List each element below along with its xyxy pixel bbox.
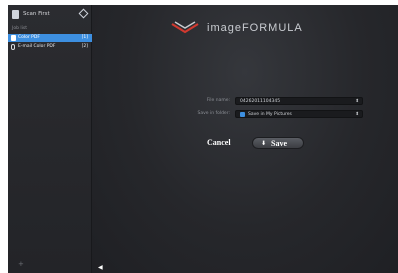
job-item-label: E-mail Color PDF bbox=[18, 44, 56, 49]
save-in-folder-label: Save in folder: bbox=[197, 111, 230, 116]
download-arrow-icon: ⬇ bbox=[261, 140, 267, 147]
main-panel: imageFORMULA File name: 04262011104345 ⬍… bbox=[92, 5, 398, 273]
logo: imageFORMULA bbox=[171, 19, 331, 39]
job-list-title: Job list bbox=[12, 26, 27, 31]
folder-icon bbox=[240, 112, 245, 117]
job-item-count: [2] bbox=[81, 44, 88, 49]
back-arrow-icon[interactable]: ◀ bbox=[98, 264, 103, 271]
save-button[interactable]: ⬇ Save bbox=[252, 137, 304, 149]
sidebar: Scan First Job list Color PDF [1] E-mail… bbox=[8, 5, 92, 273]
plus-icon[interactable]: + bbox=[18, 260, 24, 268]
pdf-icon bbox=[11, 35, 16, 41]
save-in-folder-value: Save in My Pictures bbox=[248, 112, 292, 117]
diamond-icon[interactable] bbox=[78, 8, 89, 19]
paperclip-icon bbox=[11, 44, 15, 50]
file-name-select[interactable]: 04262011104345 ⬍ bbox=[235, 97, 363, 105]
job-item-color-pdf[interactable]: Color PDF [1] bbox=[8, 34, 92, 42]
job-item-label: Color PDF bbox=[18, 35, 40, 40]
select-arrows-icon: ⬍ bbox=[355, 99, 359, 104]
cancel-label: Cancel bbox=[207, 138, 231, 147]
scan-first-icon bbox=[12, 10, 19, 19]
file-name-value: 04262011104345 bbox=[240, 99, 281, 104]
select-arrows-icon: ⬍ bbox=[355, 112, 359, 117]
scan-first-label: Scan First bbox=[23, 11, 50, 17]
scan-first-row[interactable]: Scan First bbox=[8, 5, 92, 23]
job-item-email-color-pdf[interactable]: E-mail Color PDF [2] bbox=[8, 43, 92, 51]
cancel-button[interactable]: Cancel bbox=[200, 137, 234, 149]
job-item-count: [1] bbox=[81, 35, 88, 40]
file-name-label: File name: bbox=[206, 98, 230, 103]
app-window: Scan First Job list Color PDF [1] E-mail… bbox=[0, 0, 398, 273]
logo-mark-icon bbox=[171, 21, 199, 34]
logo-text: imageFORMULA bbox=[207, 22, 303, 34]
save-label: Save bbox=[271, 139, 287, 148]
save-in-folder-select[interactable]: Save in My Pictures ⬍ bbox=[235, 110, 363, 118]
